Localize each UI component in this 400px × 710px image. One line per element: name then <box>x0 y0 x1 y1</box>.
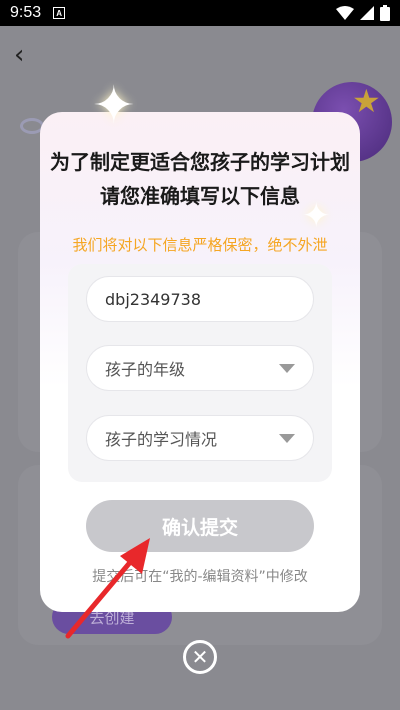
footer-note: 提交后可在“我的-编辑资料”中修改 <box>92 569 308 585</box>
app-notification-icon: A <box>53 7 66 19</box>
dropdown-arrow-icon <box>279 363 295 373</box>
modal-title-line-2: 请您准确填写以下信息 <box>100 184 300 208</box>
status-time: 9:53 <box>10 4 42 21</box>
modal-title-line-1: 为了制定更适合您孩子的学习计划 <box>50 150 350 174</box>
status-bar: 9:53 A <box>0 0 400 26</box>
grade-select[interactable]: 孩子的年级 <box>86 345 314 391</box>
back-arrow-icon[interactable]: ‹ <box>14 40 24 70</box>
sparkle-icon: ✦ <box>92 76 136 136</box>
privacy-notice: 我们将对以下信息严格保密，绝不外泄 <box>72 236 328 254</box>
learning-status-select[interactable]: 孩子的学习情况 <box>86 415 314 461</box>
grade-select-label: 孩子的年级 <box>105 360 186 379</box>
submit-button[interactable]: 确认提交 <box>86 500 314 552</box>
battery-icon <box>380 5 390 21</box>
signal-icon <box>360 6 374 20</box>
dropdown-arrow-icon <box>279 433 295 443</box>
status-icons <box>336 5 390 21</box>
child-name-input[interactable] <box>105 289 295 309</box>
star-icon: ★ <box>352 82 381 120</box>
close-circle-icon[interactable]: ✕ <box>183 640 217 674</box>
child-name-field[interactable] <box>86 276 314 322</box>
learning-status-select-label: 孩子的学习情况 <box>105 430 218 449</box>
wifi-icon <box>336 6 354 20</box>
